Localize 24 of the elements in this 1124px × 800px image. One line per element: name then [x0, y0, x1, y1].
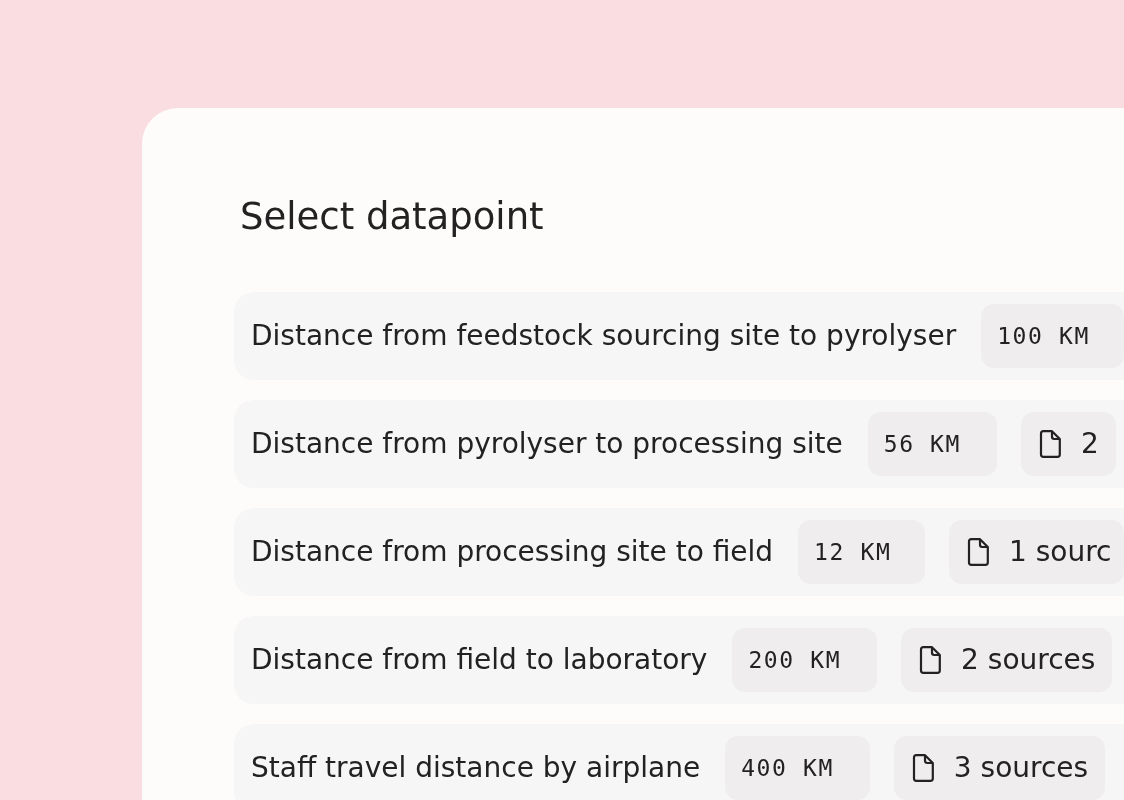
datapoint-row[interactable]: Distance from field to laboratory 200 KM 2 sources: [234, 616, 1124, 704]
file-icon: [1038, 430, 1061, 458]
datapoint-label: Distance from feedstock sourcing site to pyrolyser: [251, 319, 957, 353]
file-icon: [919, 646, 942, 674]
distance-value: 200 KM: [732, 628, 878, 692]
sources-button[interactable]: 2 sources: [901, 628, 1113, 692]
distance-value: 100 KM: [981, 304, 1124, 368]
file-icon: [911, 754, 934, 782]
datapoint-row[interactable]: Distance from feedstock sourcing site to pyrolyser 100 KM: [234, 292, 1124, 380]
datapoint-label: Distance from field to laboratory: [251, 643, 708, 677]
datapoint-row[interactable]: Distance from processing site to field 12 KM 1 sourc: [234, 508, 1124, 596]
sources-button[interactable]: 1 sourc: [948, 520, 1124, 584]
datapoint-label: Distance from pyrolyser to processing site: [251, 427, 843, 461]
datapoint-row[interactable]: Distance from pyrolyser to processing site 56 KM 2: [234, 400, 1124, 488]
datapoint-row[interactable]: Staff travel distance by airplane 400 KM 3 sources: [234, 724, 1124, 800]
sources-button[interactable]: 3 sources: [893, 736, 1106, 800]
datapoint-label: Staff travel distance by airplane: [251, 751, 701, 785]
distance-value: 56 KM: [867, 412, 997, 476]
distance-value: 400 KM: [725, 736, 870, 800]
distance-value: 12 KM: [798, 520, 925, 584]
panel-title: Select datapoint: [240, 195, 544, 239]
datapoint-label: Distance from processing site to field: [251, 535, 774, 569]
sources-button[interactable]: 2: [1020, 412, 1116, 476]
file-icon: [966, 538, 989, 566]
